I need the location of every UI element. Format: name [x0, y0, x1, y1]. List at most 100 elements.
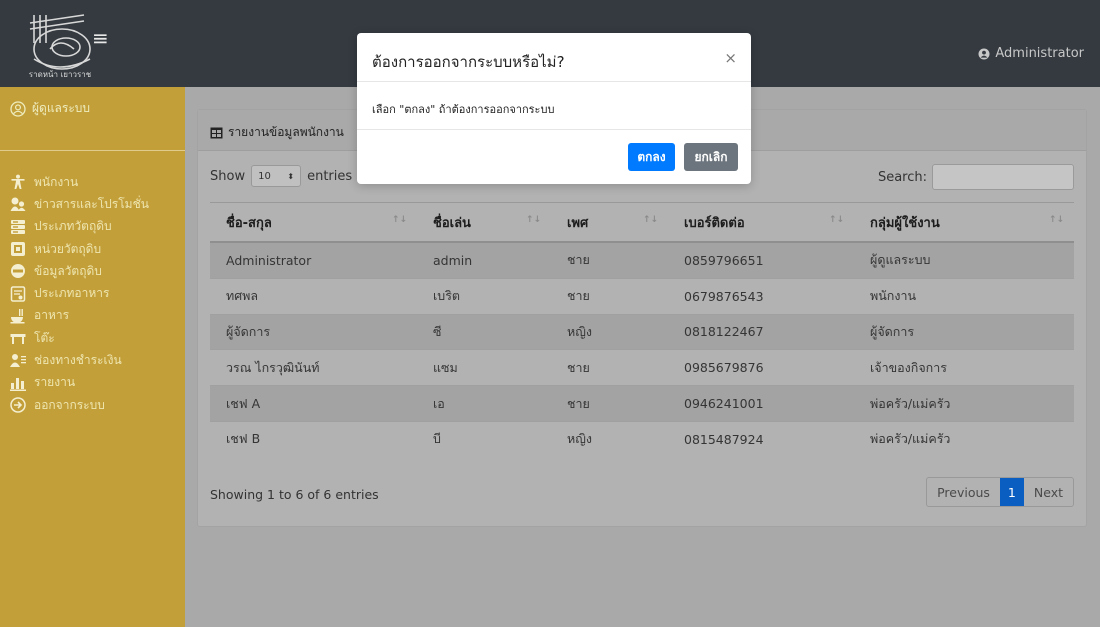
cell-nickname: admin [417, 241, 551, 279]
table-row[interactable]: เชฟ B บี หญิง 0815487924 พ่อครัว/แม่ครัว [210, 420, 1074, 457]
column-header-user-group[interactable]: กลุ่มผู้ใช้งาน ↑↓ [854, 202, 1074, 243]
table-row[interactable]: ผู้จัดการ ซี หญิง 0818122467 ผู้จัดการ [210, 313, 1074, 350]
search-input[interactable] [932, 164, 1074, 190]
table-grid-icon [210, 127, 223, 138]
cell-gender: หญิง [551, 420, 668, 457]
next-button[interactable]: Next [1024, 478, 1073, 506]
cell-nickname: บี [417, 420, 551, 457]
user-circle-icon [10, 100, 26, 117]
sidebar-item-ingredient-unit[interactable]: หน่วยวัตถุดิบ [0, 238, 185, 260]
logout-icon [10, 397, 26, 413]
table-info: Showing 1 to 6 of 6 entries [210, 487, 379, 502]
user-circle-icon [978, 48, 990, 59]
entries-select[interactable]: 10 ⬍ [251, 165, 302, 187]
sidebar-item-label: ประเภทวัตถุดิบ [34, 219, 112, 234]
modal-body: เลือก "ตกลง" ถ้าต้องการออกจากระบบ [372, 103, 555, 116]
food-icon [10, 308, 25, 324]
entries-label: entries [307, 168, 353, 184]
sidebar-item-news[interactable]: ข่าวสารและโปรโมชั่น [0, 193, 185, 215]
sidebar-user[interactable]: ผู้ดูแลระบบ [10, 99, 90, 118]
column-header-gender[interactable]: เพศ ↑↓ [551, 202, 668, 243]
column-header-label: ชื่อเล่น [433, 215, 471, 231]
cell-gender: ชาย [551, 277, 668, 315]
sidebar-item-payment[interactable]: ช่องทางชำระเงิน [0, 349, 185, 371]
food-type-icon [10, 285, 26, 302]
cell-gender: หญิง [551, 313, 668, 350]
modal-header: ต้องการออกจากระบบหรือไม่? × [357, 33, 751, 82]
card-title-text: รายงานข้อมูลพนักงาน [228, 125, 344, 139]
cell-nickname: แซม [417, 349, 551, 386]
cell-fullname: เชฟ B [210, 420, 417, 457]
cell-phone: 0946241001 [668, 385, 854, 422]
payment-icon [10, 353, 26, 367]
sidebar-item-logout[interactable]: ออกจากระบบ [0, 394, 185, 416]
admin-label: Administrator [995, 46, 1084, 61]
cell-nickname: เอ [417, 385, 551, 422]
column-header-nickname[interactable]: ชื่อเล่น ↑↓ [417, 202, 551, 243]
sidebar-item-label: หน่วยวัตถุดิบ [34, 241, 102, 256]
cell-user-group: พ่อครัว/แม่ครัว [854, 420, 1074, 457]
sidebar-item-label: ประเภทอาหาร [34, 286, 110, 301]
table-row[interactable]: วรณ ไกรวุฒินันท์ แซม ชาย 0985679876 เจ้า… [210, 349, 1074, 386]
sidebar-item-label: ออกจากระบบ [34, 397, 105, 412]
unit-icon [11, 242, 25, 257]
table-header-row: ชื่อ-สกุล ↑↓ ชื่อเล่น ↑↓ เพศ ↑↓ เบอร์ติดต่อ… [210, 202, 1074, 243]
sort-icon: ↑↓ [828, 215, 844, 225]
table-row[interactable]: เชฟ A เอ ชาย 0946241001 พ่อครัว/แม่ครัว [210, 385, 1074, 422]
sidebar-item-ingredient-data[interactable]: ข้อมูลวัตถุดิบ [0, 260, 185, 282]
modal-title: ต้องการออกจากระบบหรือไม่? [372, 53, 565, 71]
logo[interactable]: ราดหน้า เยาวราช [14, 9, 134, 81]
cell-user-group: เจ้าของกิจการ [854, 349, 1074, 386]
entries-select-value: 10 [258, 170, 271, 182]
table-row[interactable]: ทศพล เบริต ชาย 0679876543 พนักงาน [210, 277, 1074, 315]
cell-user-group: พ่อครัว/แม่ครัว [854, 385, 1074, 422]
column-header-label: กลุ่มผู้ใช้งาน [870, 215, 940, 231]
sidebar-item-label: โต๊ะ [34, 330, 55, 345]
logo-caption: ราดหน้า เยาวราช [29, 70, 92, 79]
cell-fullname: Administrator [210, 241, 417, 279]
sidebar-divider [0, 150, 185, 151]
cell-phone: 0679876543 [668, 277, 854, 315]
sidebar-item-report[interactable]: รายงาน [0, 372, 185, 394]
cell-gender: ชาย [551, 349, 668, 386]
cell-phone: 0985679876 [668, 349, 854, 386]
sidebar-item-table[interactable]: โต๊ะ [0, 327, 185, 349]
employee-table: ชื่อ-สกุล ↑↓ ชื่อเล่น ↑↓ เพศ ↑↓ เบอร์ติดต่อ… [210, 202, 1074, 457]
database-icon [11, 264, 25, 279]
cancel-button[interactable]: ยกเลิก [684, 143, 738, 171]
person-icon [11, 174, 25, 190]
menu-toggle-icon[interactable]: ≡ [92, 26, 109, 50]
confirm-logout-button[interactable]: ตกลง [628, 143, 675, 171]
sidebar-item-employee[interactable]: พนักงาน [0, 171, 185, 193]
chart-icon [10, 377, 26, 391]
sidebar-item-label: ข่าวสารและโปรโมชั่น [34, 196, 149, 211]
sort-icon: ↑↓ [642, 215, 658, 225]
cell-gender: ชาย [551, 385, 668, 422]
previous-button[interactable]: Previous [927, 478, 1000, 506]
sidebar-item-food-category[interactable]: ประเภทอาหาร [0, 282, 185, 304]
close-icon[interactable]: × [724, 49, 737, 67]
sidebar-item-label: ช่องทางชำระเงิน [34, 353, 122, 368]
search-control: Search: [878, 164, 1074, 190]
news-icon [10, 197, 26, 212]
table-row[interactable]: Administrator admin ชาย 0859796651 ผู้ดู… [210, 241, 1074, 279]
logout-modal: ต้องการออกจากระบบหรือไม่? × เลือก "ตกลง"… [357, 33, 751, 184]
sidebar-item-food[interactable]: อาหาร [0, 305, 185, 327]
cell-fullname: ทศพล [210, 277, 417, 315]
cell-phone: 0859796651 [668, 241, 854, 279]
category-icon [11, 219, 25, 234]
cell-fullname: เชฟ A [210, 385, 417, 422]
cell-phone: 0818122467 [668, 313, 854, 350]
sidebar-item-ingredient-category[interactable]: ประเภทวัตถุดิบ [0, 216, 185, 238]
sidebar-item-label: ข้อมูลวัตถุดิบ [34, 263, 102, 278]
column-header-phone[interactable]: เบอร์ติดต่อ ↑↓ [668, 202, 854, 243]
sidebar: ผู้ดูแลระบบ พนักงาน ข่าวสารและโปรโมชั่น … [0, 87, 185, 627]
pagination: Previous 1 Next [926, 477, 1074, 507]
user-menu[interactable]: Administrator [978, 46, 1084, 61]
cell-fullname: วรณ ไกรวุฒินันท์ [210, 349, 417, 386]
modal-footer-divider [357, 129, 751, 130]
column-header-fullname[interactable]: ชื่อ-สกุล ↑↓ [210, 202, 417, 243]
page-button-1[interactable]: 1 [999, 478, 1024, 506]
sidebar-item-label: รายงาน [34, 375, 76, 390]
card-title: รายงานข้อมูลพนักงาน [210, 123, 344, 142]
